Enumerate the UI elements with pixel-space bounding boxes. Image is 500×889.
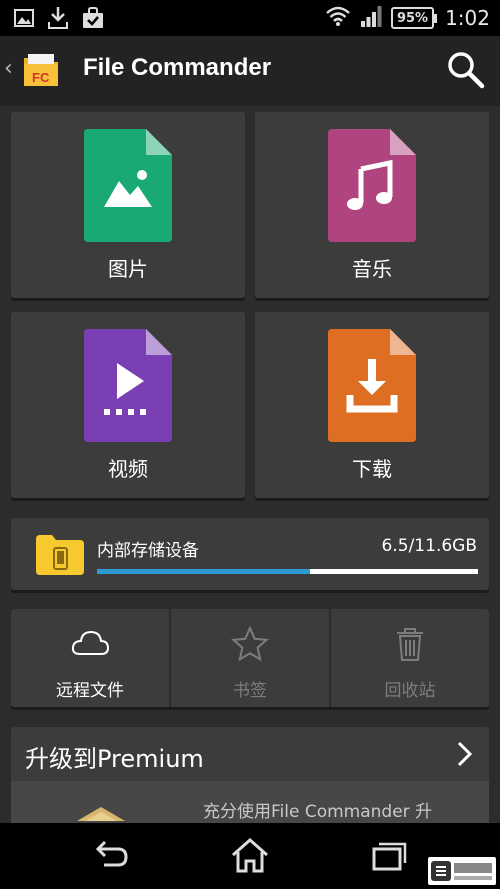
watermark-logo <box>428 857 496 885</box>
action-label: 回收站 <box>384 681 436 701</box>
battery-level: 95% <box>390 7 435 29</box>
chevron-right-icon <box>457 741 473 767</box>
crown-icon <box>77 807 125 821</box>
app-logo-text: FC <box>32 70 50 85</box>
category-tile-music[interactable]: 音乐 <box>255 112 489 298</box>
recents-icon[interactable] <box>368 837 408 875</box>
category-tile-downloads[interactable]: 下载 <box>255 312 489 498</box>
premium-upgrade-card[interactable]: 升级到Premium 充分使用File Commander 升 <box>11 727 489 823</box>
actions-row: 远程文件 书签 回收站 <box>11 609 489 707</box>
action-label: 书签 <box>233 681 267 701</box>
back-icon[interactable] <box>92 837 132 875</box>
premium-subtitle: 充分使用File Commander 升 <box>203 802 433 822</box>
app-logo-icon[interactable]: FC <box>22 52 60 88</box>
main-content: 图片 音乐 视频 下载 内部存储设备 6.5/11.6GB 远程文件 书签 回收… <box>0 106 500 823</box>
category-label: 下载 <box>352 457 392 481</box>
status-bar: 95% 1:02 <box>0 0 500 36</box>
storage-usage-fill <box>97 569 311 574</box>
phone-folder-icon <box>36 535 84 575</box>
category-tile-video[interactable]: 视频 <box>11 312 245 498</box>
category-label: 视频 <box>108 457 148 481</box>
battery-icon: 95% <box>390 7 438 29</box>
download-file-icon <box>328 329 416 442</box>
storage-name: 内部存储设备 <box>97 541 199 561</box>
bookmarks-button[interactable]: 书签 <box>171 609 331 707</box>
action-label: 远程文件 <box>56 681 124 701</box>
system-nav-bar <box>0 823 500 889</box>
clock: 1:02 <box>445 6 490 30</box>
trash-icon <box>397 628 423 661</box>
internal-storage-item[interactable]: 内部存储设备 6.5/11.6GB <box>11 518 489 590</box>
storage-size: 6.5/11.6GB <box>381 536 477 556</box>
premium-title: 升级到Premium <box>25 745 204 773</box>
wifi-icon <box>325 5 351 31</box>
image-file-icon <box>84 129 172 242</box>
music-file-icon <box>328 129 416 242</box>
video-file-icon <box>84 329 172 442</box>
category-label: 音乐 <box>352 257 392 281</box>
cloud-icon <box>71 630 110 655</box>
store-notification-icon <box>82 7 104 33</box>
category-label: 图片 <box>108 257 148 281</box>
back-chevron-icon[interactable]: ‹ <box>4 56 13 81</box>
image-notification-icon <box>14 8 34 32</box>
signal-icon <box>359 4 383 32</box>
remote-files-button[interactable]: 远程文件 <box>11 609 171 707</box>
storage-usage-bar <box>97 569 478 574</box>
premium-promo-strip: 充分使用File Commander 升 <box>11 781 489 823</box>
download-notification-icon <box>48 6 68 34</box>
app-bar: ‹ FC File Commander <box>0 36 500 106</box>
app-title: File Commander <box>83 54 272 81</box>
category-tile-pictures[interactable]: 图片 <box>11 112 245 298</box>
home-icon[interactable] <box>230 837 270 875</box>
star-icon <box>231 626 269 662</box>
recycle-bin-button[interactable]: 回收站 <box>331 609 489 707</box>
search-icon[interactable] <box>446 50 486 90</box>
